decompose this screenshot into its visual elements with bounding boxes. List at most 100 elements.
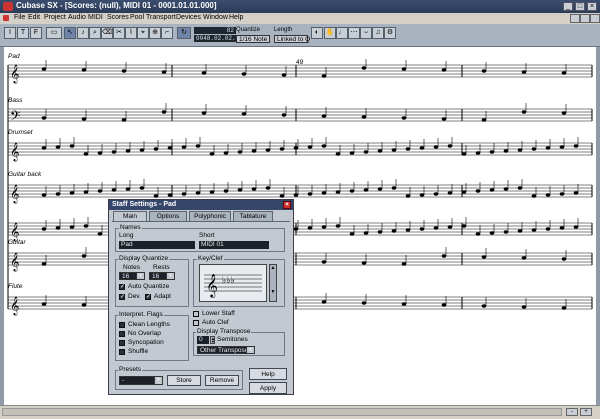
doc-minimize-icon[interactable]: [570, 14, 580, 23]
horizontal-scrollbar[interactable]: [2, 408, 562, 416]
semitones-spinner-icon[interactable]: ▲ ▼: [210, 336, 215, 344]
transpose-value: Other Transpose: [200, 347, 249, 354]
apply-button[interactable]: Apply: [249, 382, 287, 394]
rests-quantize-dropdown[interactable]: 16 ▼: [149, 272, 175, 280]
edit-mode-icon[interactable]: ▭: [46, 27, 62, 39]
settings-icon[interactable]: ⚙: [384, 27, 396, 39]
menu-edit[interactable]: Edit: [28, 14, 40, 21]
layout-icon[interactable]: ⌖: [137, 27, 149, 39]
menu-audio[interactable]: Audio: [68, 14, 86, 21]
presets-value: -: [122, 377, 125, 384]
rest-icon[interactable]: ♩: [336, 27, 348, 39]
menu-midi[interactable]: MIDI: [88, 14, 103, 21]
menu-devices[interactable]: Devices: [176, 14, 201, 21]
menu-pool[interactable]: Pool: [130, 14, 144, 21]
text-i-button[interactable]: I: [4, 27, 16, 39]
tab-tablature[interactable]: Tablature: [233, 211, 273, 221]
menu-transport[interactable]: Transport: [146, 14, 176, 21]
auto-quantize-checkbox[interactable]: ✓: [119, 284, 125, 290]
grid-icon[interactable]: ⋯: [348, 27, 360, 39]
score-page[interactable]: Pad Bass Drumset Guitar back Guitar Flut…: [4, 47, 596, 405]
display-transpose-label: Display Transpose: [196, 328, 252, 335]
dev-label: Dev.: [128, 293, 141, 300]
notes-quantize-dropdown[interactable]: 16 ▼: [119, 272, 145, 280]
key-clef-preview[interactable]: 𝄞 ♭♭♭: [199, 264, 267, 302]
doc-close-icon[interactable]: [590, 14, 600, 23]
hand-icon[interactable]: ✋: [324, 27, 336, 39]
document-menu-icon[interactable]: [3, 15, 9, 21]
dialog-caption: Staff Settings - Pad ×: [109, 200, 293, 210]
stem-icon[interactable]: ⌐: [161, 27, 173, 39]
close-icon[interactable]: ×: [587, 2, 597, 11]
tab-main[interactable]: Main: [113, 211, 147, 221]
long-label: Long: [119, 232, 134, 239]
lower-staff-checkbox[interactable]: [193, 311, 199, 317]
text-t-button[interactable]: T: [17, 27, 29, 39]
position-value: 82: [194, 27, 236, 34]
note-insert-icon[interactable]: ♪: [77, 27, 89, 39]
svg-text:♭♭♭: ♭♭♭: [222, 276, 235, 286]
auto-clef-checkbox[interactable]: [193, 320, 199, 326]
erase-tool-icon[interactable]: ⌫: [101, 27, 113, 39]
menu-project[interactable]: Project: [44, 14, 66, 21]
glue-icon[interactable]: ⌇: [125, 27, 137, 39]
adapt-label: Adapt: [154, 293, 171, 300]
shuffle-checkbox[interactable]: [119, 349, 125, 355]
color-icon[interactable]: ◐: [311, 27, 323, 39]
remove-button[interactable]: Remove: [205, 375, 239, 386]
no-overlap-checkbox[interactable]: [119, 331, 125, 337]
no-overlap-label: No Overlap: [128, 330, 161, 337]
score-notation: 𝄞 𝄢 𝄞 𝄞 𝄞 𝄞 𝄞: [7, 59, 593, 316]
zoom-icon[interactable]: ⊕: [149, 27, 161, 39]
zoom-out-icon[interactable]: -: [566, 408, 578, 416]
quantize-dropdown[interactable]: 1/16 Note: [236, 35, 270, 43]
clean-lengths-label: Clean Lengths: [128, 321, 170, 328]
transpose-dropdown[interactable]: Other Transpose ▼: [197, 346, 255, 354]
dialog-close-icon[interactable]: ×: [283, 201, 291, 209]
tab-polyphonic[interactable]: Polyphonic: [189, 211, 231, 221]
cubase-app-icon[interactable]: [3, 2, 13, 11]
auto-quantize-label: Auto Quantize: [128, 283, 170, 290]
tab-options[interactable]: Options: [149, 211, 187, 221]
title-bar: Cubase SX - [Scores: (null), MIDI 01 - 0…: [0, 0, 600, 13]
clean-lengths-checkbox[interactable]: [119, 322, 125, 328]
semitones-field[interactable]: 0: [197, 336, 209, 344]
short-name-field[interactable]: MIDI 01: [199, 241, 269, 249]
menu-scores[interactable]: Scores: [107, 14, 129, 21]
presets-dropdown[interactable]: - ▼: [119, 376, 163, 385]
magnify-icon[interactable]: ⌕: [89, 27, 101, 39]
menu-help[interactable]: Help: [229, 14, 243, 21]
adapt-checkbox[interactable]: ✓: [145, 294, 151, 300]
length-dropdown[interactable]: Linked to Q: [274, 35, 310, 43]
key-clef-label: Key/Clef: [197, 255, 224, 262]
syncopation-checkbox[interactable]: [119, 340, 125, 346]
pointer-tool-icon[interactable]: ↖: [64, 27, 76, 39]
auto-clef-label: Auto Clef: [202, 319, 229, 326]
maximize-icon[interactable]: □: [575, 2, 585, 11]
display-quantize-label: Display Quantize: [118, 255, 170, 262]
score-toolbar: I T F ▭ ↖ ♪ ⌕ ⌫ ✂ ⌇ ⌖ ⊕ ⌐ ↻ 82 0048.02.0…: [0, 24, 600, 47]
key-clef-scrollbar[interactable]: ▲ ▼: [269, 264, 277, 302]
minimize-icon[interactable]: _: [563, 2, 573, 11]
presets-label: Presets: [118, 366, 143, 373]
zoom-in-icon[interactable]: +: [580, 408, 592, 416]
lower-staff-label: Lower Staff: [202, 310, 235, 317]
dev-checkbox[interactable]: ✓: [119, 294, 125, 300]
svg-text:𝄞: 𝄞: [10, 296, 19, 316]
menu-file[interactable]: File: [14, 14, 25, 21]
svg-text:𝄞: 𝄞: [10, 142, 19, 162]
doc-restore-icon[interactable]: [580, 14, 590, 23]
tie-icon[interactable]: ⌣: [360, 27, 372, 39]
clef-staff-icon: 𝄞 ♭♭♭: [204, 273, 262, 298]
long-name-field[interactable]: Pad: [119, 241, 195, 249]
help-button[interactable]: Help: [249, 368, 287, 380]
text-f-button[interactable]: F: [30, 27, 42, 39]
scissors-icon[interactable]: ✂: [113, 27, 125, 39]
beam-icon[interactable]: ♫: [372, 27, 384, 39]
window-title: Cubase SX - [Scores: (null), MIDI 01 - 0…: [16, 1, 217, 10]
svg-text:𝄞: 𝄞: [10, 184, 19, 204]
store-button[interactable]: Store: [167, 375, 201, 386]
loop-icon[interactable]: ↻: [177, 27, 191, 39]
svg-text:𝄞: 𝄞: [206, 273, 218, 298]
menu-window[interactable]: Window: [203, 14, 228, 21]
